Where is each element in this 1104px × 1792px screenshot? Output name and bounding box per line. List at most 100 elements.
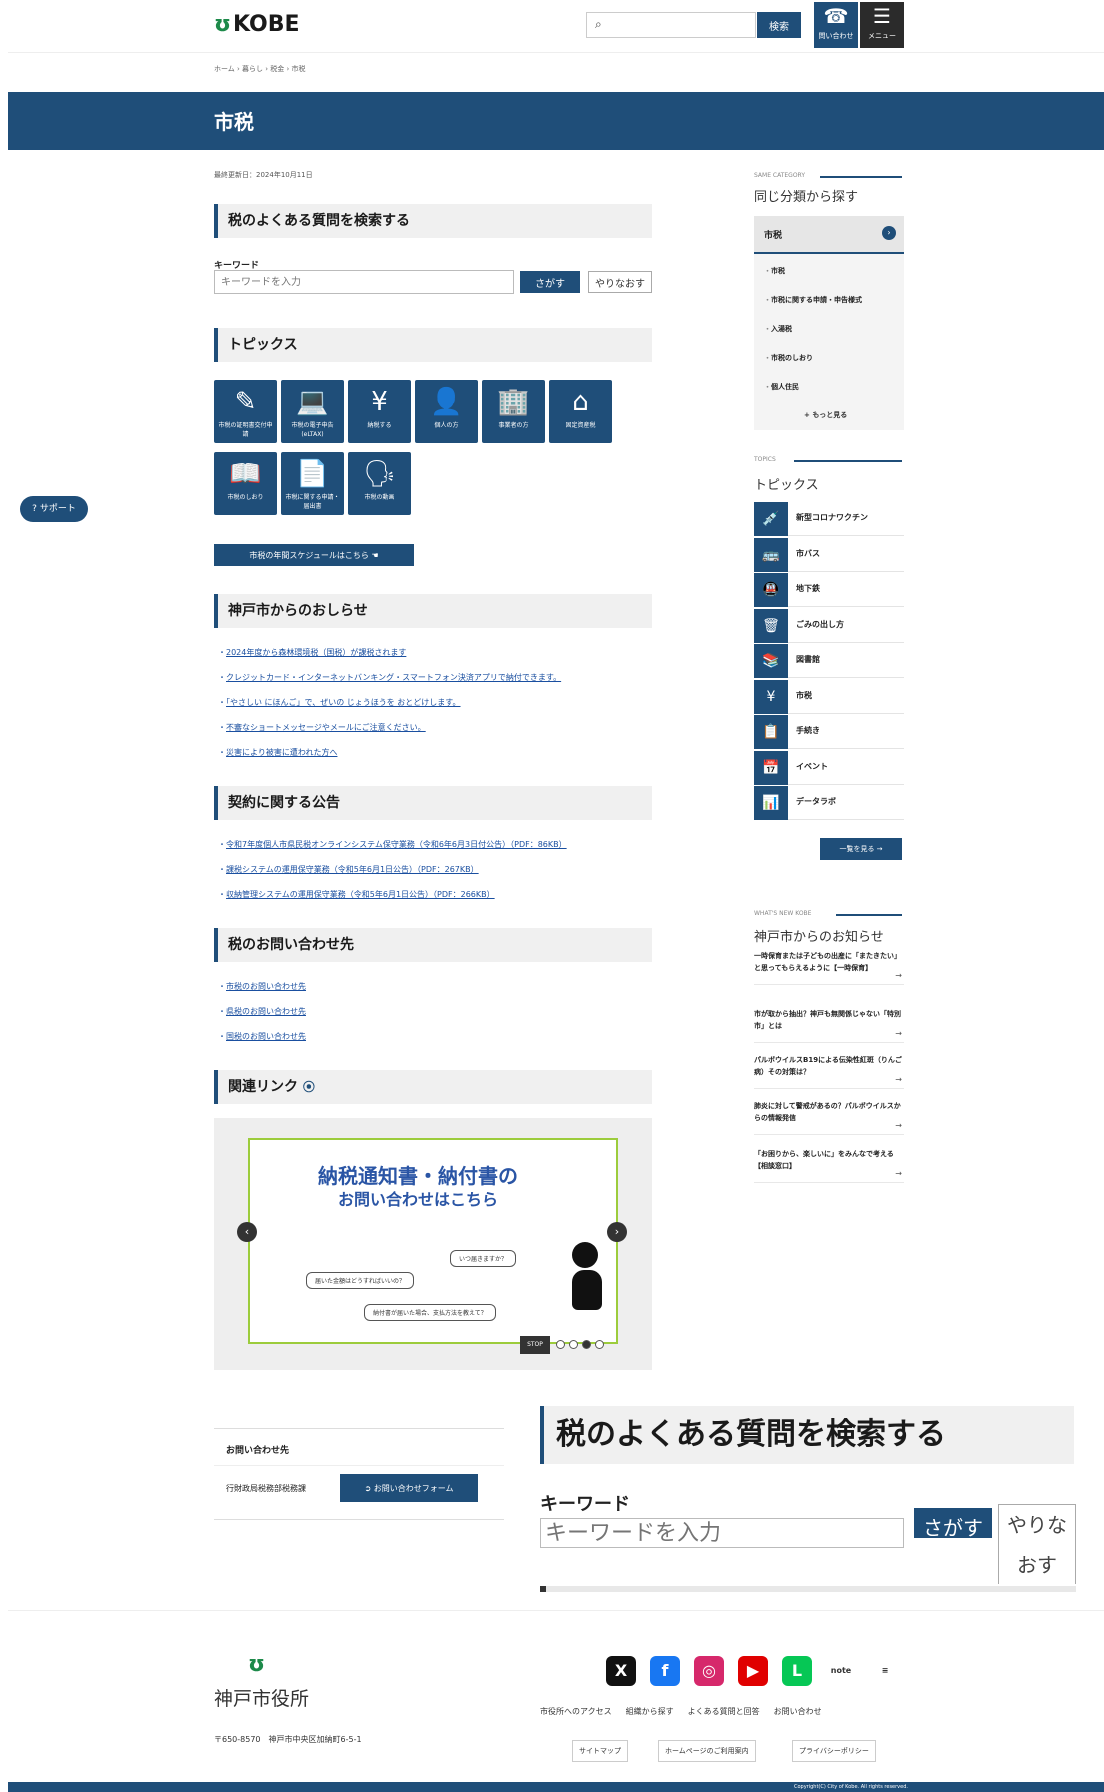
link[interactable]: 令和7年度個人市県民税オンラインシステム保守業務（令和6年6月3日付公告）（PD… (226, 840, 567, 849)
zoom-search-button[interactable]: さがす (914, 1508, 992, 1538)
news-text: 一時保育または子どもの出産に「またきたい」と思ってもらえるように【一時保育】 (754, 952, 901, 972)
contact-box-label: お問い合わせ先 (226, 1446, 290, 1456)
sidebar-topic-item[interactable]: 📋 手続き (754, 715, 904, 749)
category-eyebrow: SAME CATEGORY (754, 172, 806, 179)
contact-form-label: お問い合わせフォーム (373, 1483, 454, 1493)
link[interactable]: 「やさしい にほんご」で、ぜいの じょうほうを おとどけします。 (226, 698, 461, 707)
category-item[interactable]: 個人住民 (764, 380, 862, 409)
contact-button[interactable]: ☎ 問い合わせ (814, 2, 858, 48)
facebook-icon[interactable]: f (650, 1656, 680, 1686)
topic-tile[interactable]: 💻 市税の電子申告(eLTAX) (281, 380, 344, 443)
category-box-head[interactable]: 市税 › (754, 216, 904, 254)
schedule-button[interactable]: 市税の年間スケジュールはこちら ☚ (214, 544, 414, 566)
category-item[interactable]: 市税のしおり (764, 351, 862, 380)
x-icon[interactable]: X (606, 1656, 636, 1686)
sidebar-topic-item[interactable]: 🚇 地下鉄 (754, 573, 904, 607)
breadcrumb[interactable]: ホーム › 暮らし › 税金 › 市税 (214, 64, 306, 74)
sidebar-topic-label: ごみの出し方 (796, 619, 844, 629)
horizontal-scrollbar[interactable] (540, 1586, 1076, 1592)
hand-pointer-icon: ☚ (371, 550, 379, 560)
tax-notice-banner[interactable]: 納税通知書・納付書の お問い合わせはこちら いつ届きますか？ 届いた金額はどうす… (248, 1138, 618, 1344)
site-logo[interactable]: ʊKOBE (214, 12, 300, 37)
robot-body (572, 1270, 602, 1310)
footer-link[interactable]: 組織から探す (626, 1707, 674, 1716)
link[interactable]: 課税システムの運用保守業務（令和5年6月1日公告）（PDF：267KB） (226, 865, 479, 874)
footer-button[interactable]: サイトマップ (572, 1740, 628, 1762)
list-item: 令和7年度個人市県民税オンラインシステム保守業務（令和6年6月3日付公告）（PD… (218, 832, 567, 857)
topic-tile[interactable]: 🗣 市税の動画 (348, 452, 411, 515)
link[interactable]: 市税のお問い合わせ先 (226, 982, 306, 991)
carousel-dot-3[interactable] (582, 1340, 591, 1349)
news-item[interactable]: 一時保育または子どもの出産に「またきたい」と思ってもらえるように【一時保育】 → (754, 950, 904, 985)
youtube-icon[interactable]: ▶ (738, 1656, 768, 1686)
news-item[interactable]: 肺炎に対して警戒があるの？パルボウイルスからの情報発信 → (754, 1100, 904, 1135)
carousel-prev-button[interactable]: ‹ (237, 1222, 257, 1242)
carousel-dot-1[interactable] (556, 1340, 565, 1349)
category-item[interactable]: 市税 (764, 264, 862, 293)
support-button[interactable]: ? サポート (20, 496, 88, 522)
scrollbar-thumb[interactable] (540, 1586, 546, 1592)
list-item: 市税のお問い合わせ先 (218, 974, 306, 999)
sidebar-topic-item[interactable]: 📅 イベント (754, 750, 904, 785)
sidebar-topic-item[interactable]: 📊 データラボ (754, 786, 904, 820)
contact-form-button[interactable]: ➲ お問い合わせフォーム (340, 1474, 478, 1502)
site-search-field[interactable]: ⌕ (586, 12, 756, 38)
sidebar-topic-item[interactable]: ¥ 市税 (754, 679, 904, 714)
link[interactable]: 不審なショートメッセージやメールにご注意ください。 (226, 723, 426, 732)
banner-title-1: 納税通知書・納付書の (318, 1164, 518, 1188)
link[interactable]: 県税のお問い合わせ先 (226, 1007, 306, 1016)
page-title-bar: 市税 (8, 92, 1104, 150)
sidebar-topic-item[interactable]: 🗑 ごみの出し方 (754, 608, 904, 643)
sidebar-topic-item[interactable]: 📚 図書館 (754, 644, 904, 678)
footer-link[interactable]: よくある質問と回答 (688, 1707, 760, 1716)
footer-button[interactable]: ホームページのご利用案内 (658, 1740, 756, 1762)
link[interactable]: クレジットカード・インターネットバンキング・スマートフォン決済アプリで納付できま… (226, 673, 561, 682)
line-icon[interactable]: L (782, 1656, 812, 1686)
category-list: 市税市税に関する申請・申告様式入湯税市税のしおり個人住民 (764, 264, 862, 409)
category-item[interactable]: 市税に関する申請・申告様式 (764, 293, 862, 322)
footer-link[interactable]: お問い合わせ (774, 1707, 822, 1716)
sidebar-topic-item[interactable]: 🚌 市バス (754, 537, 904, 572)
category-item[interactable]: 入湯税 (764, 322, 862, 351)
contact-divider (214, 1465, 504, 1466)
site-search-input[interactable] (613, 15, 749, 35)
faq-reset-button[interactable]: やりなおす (588, 271, 652, 293)
topic-tile[interactable]: 🏢 事業者の方 (482, 380, 545, 443)
carousel-stop-button[interactable]: STOP (520, 1336, 550, 1354)
zoom-keyword-input[interactable] (540, 1518, 904, 1548)
carousel-dot-2[interactable] (569, 1340, 578, 1349)
faq-keyword-input[interactable] (214, 270, 514, 294)
other-sns-icon[interactable]: ≡ (870, 1656, 900, 1686)
category-more-link[interactable]: + もっと見る (804, 410, 847, 420)
link[interactable]: 災害により被害に遭われた方へ (226, 748, 337, 757)
sidebar-topic-item[interactable]: 💉 新型コロナワクチン (754, 502, 904, 536)
link[interactable]: 収納管理システムの運用保守業務（令和5年6月1日公告）（PDF：266KB） (226, 890, 495, 899)
topic-tile-label: 納税する (367, 422, 392, 429)
footer-link[interactable]: 市役所へのアクセス (540, 1707, 612, 1716)
topics-all-button[interactable]: 一覧を見る → (820, 838, 902, 860)
news-item[interactable]: 「お困りから、楽しいに」をみんなで考える【相談窓口】 → (754, 1148, 904, 1183)
note-icon[interactable]: note (826, 1656, 856, 1686)
news-item[interactable]: 市が取から抽出？神戸も無関係じゃない「特別市」とは → (754, 1008, 904, 1043)
zoom-reset-button[interactable]: やりな おす (998, 1504, 1076, 1584)
instagram-icon[interactable]: ◎ (694, 1656, 724, 1686)
contact-dept: 行財政局税務部税務課 (226, 1484, 306, 1493)
topic-tile[interactable]: ⌂ 固定資産税 (549, 380, 612, 443)
menu-button[interactable]: ☰ メニュー (860, 2, 904, 48)
building-icon: 🏢 (497, 387, 530, 417)
carousel-dot-4[interactable] (595, 1340, 604, 1349)
related-links-heading[interactable]: 関連リンク ⦿ (214, 1070, 652, 1104)
topic-tile[interactable]: 📄 市税に関する申請・届出書 (281, 452, 344, 515)
link[interactable]: 国税のお問い合わせ先 (226, 1032, 306, 1041)
topic-tile[interactable]: 📖 市税のしおり (214, 452, 277, 515)
link[interactable]: 2024年度から森林環境税（国税）が課税されます (226, 648, 406, 657)
news-item[interactable]: パルボウイルスB19による伝染性紅斑（りんご病）その対策は？ → (754, 1054, 904, 1089)
footer-button[interactable]: プライバシーポリシー (792, 1740, 876, 1762)
topic-tile[interactable]: ¥ 納税する (348, 380, 411, 443)
faq-search-button[interactable]: さがす (520, 271, 580, 293)
carousel-next-button[interactable]: › (607, 1222, 627, 1242)
site-search-button[interactable]: 検索 (757, 12, 801, 38)
topic-tile-label: 市税の動画 (364, 494, 395, 501)
topic-tile[interactable]: 👤 個人の方 (415, 380, 478, 443)
topic-tile[interactable]: ✎ 市税の証明書交付申請 (214, 380, 277, 443)
